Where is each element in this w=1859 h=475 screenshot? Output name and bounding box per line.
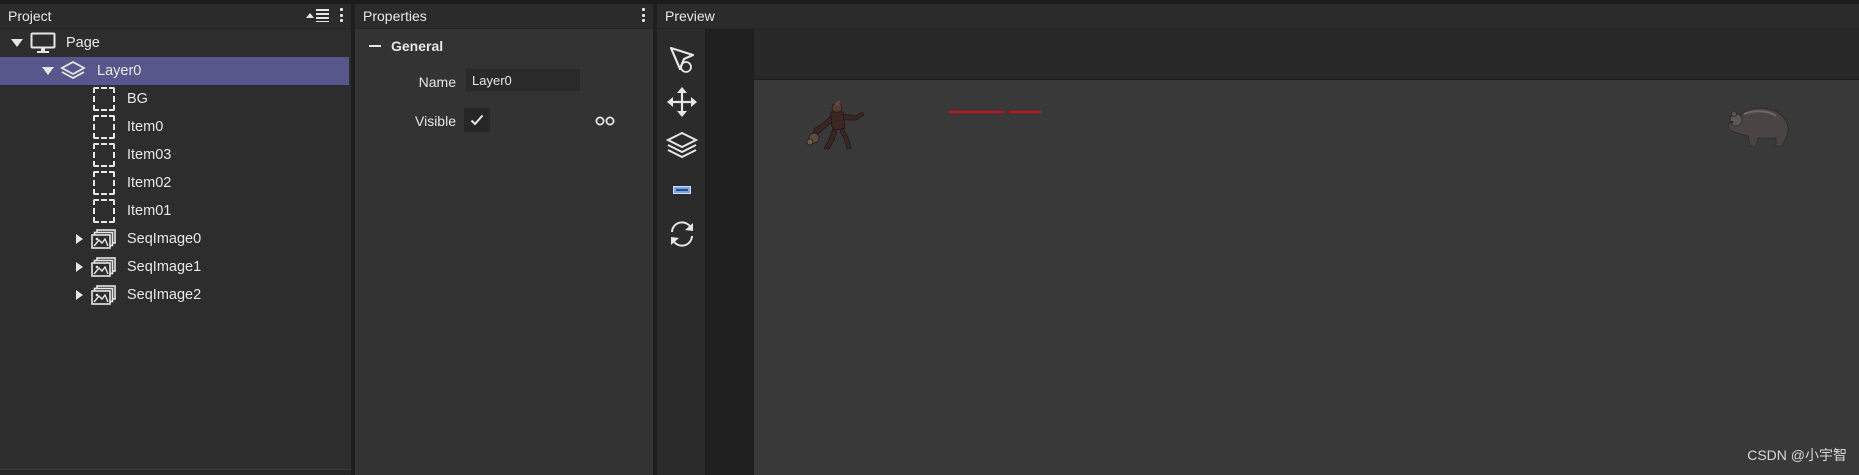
- item-placeholder-icon: [93, 115, 115, 139]
- tree-item-label: Item03: [127, 147, 172, 163]
- expand-caret-icon[interactable]: [11, 39, 23, 47]
- tree-item-label: Item01: [127, 203, 172, 219]
- tree-item-page[interactable]: Page: [0, 29, 349, 57]
- tree-item-label: BG: [127, 91, 148, 107]
- tree-item-item0[interactable]: Item0: [0, 113, 349, 141]
- tree-item-seqimage0[interactable]: SeqImage0: [0, 225, 349, 253]
- tree-item-label: Layer0: [97, 63, 142, 79]
- tree-item-item03[interactable]: Item03: [0, 141, 349, 169]
- image-sequence-icon: [91, 257, 117, 281]
- project-panel: Project Page Layer0 BG Item0 Item03 Item…: [0, 4, 351, 475]
- watermark-text: CSDN @小宇智: [1747, 447, 1847, 463]
- name-field-value: Layer0: [472, 72, 512, 88]
- sort-icon[interactable]: [305, 8, 331, 22]
- project-header-tools: [305, 8, 343, 22]
- expand-caret-icon[interactable]: [42, 67, 54, 75]
- preview-toolbar: [657, 29, 705, 475]
- tree-item-label: SeqImage2: [127, 287, 202, 303]
- link-icon[interactable]: [595, 114, 615, 131]
- tree-item-layer0[interactable]: Layer0: [0, 57, 349, 85]
- section-general[interactable]: General: [363, 38, 443, 54]
- monitor-icon: [30, 32, 56, 58]
- properties-header: Properties: [355, 4, 653, 29]
- item-placeholder-icon: [93, 199, 115, 223]
- project-title: Project: [8, 8, 52, 24]
- expand-caret-icon[interactable]: [76, 234, 83, 244]
- image-sequence-icon: [91, 285, 117, 309]
- tree-item-seqimage2[interactable]: SeqImage2: [0, 281, 349, 309]
- project-header: Project: [0, 4, 351, 29]
- image-sequence-icon: [91, 229, 117, 253]
- health-bar: [949, 111, 1005, 113]
- item-placeholder-icon: [93, 171, 115, 195]
- image-tool-icon[interactable]: [665, 173, 699, 207]
- section-title: General: [391, 38, 444, 54]
- tree-item-item01[interactable]: Item01: [0, 197, 349, 225]
- name-label: Name: [418, 74, 456, 90]
- layers-icon: [60, 60, 86, 86]
- project-menu-icon[interactable]: [339, 8, 343, 22]
- tree-item-label: SeqImage0: [127, 231, 202, 247]
- item-placeholder-icon: [93, 143, 115, 167]
- preview-margin: [705, 29, 754, 475]
- tree-item-seqimage1[interactable]: SeqImage1: [0, 253, 349, 281]
- visible-checkbox[interactable]: [464, 108, 490, 132]
- preview-header: Preview: [657, 4, 1859, 29]
- move-tool-icon[interactable]: [665, 85, 699, 119]
- properties-title: Properties: [363, 8, 427, 24]
- item-placeholder-icon: [93, 87, 115, 111]
- collapse-icon[interactable]: [369, 45, 381, 47]
- preview-canvas[interactable]: CSDN @小宇智: [754, 79, 1859, 475]
- tree-item-label: Item0: [127, 119, 164, 135]
- tree-item-label: SeqImage1: [127, 259, 202, 275]
- properties-header-tools: [641, 8, 645, 22]
- checkmark-icon: [470, 114, 484, 126]
- tree-item-label: Page: [66, 35, 100, 51]
- properties-menu-icon[interactable]: [641, 8, 645, 22]
- health-bar: [1009, 111, 1041, 113]
- expand-caret-icon[interactable]: [76, 262, 83, 272]
- project-horizontal-scrollbar[interactable]: [0, 469, 351, 475]
- expand-caret-icon[interactable]: [76, 290, 83, 300]
- tree-item-label: Item02: [127, 175, 172, 191]
- name-field[interactable]: Layer0: [466, 69, 580, 91]
- bear-sprite[interactable]: [1724, 104, 1792, 152]
- refresh-tool-icon[interactable]: [665, 217, 699, 251]
- preview-title: Preview: [665, 8, 715, 24]
- tree-item-bg[interactable]: BG: [0, 85, 349, 113]
- select-tool-icon[interactable]: [665, 41, 699, 75]
- warrior-sprite[interactable]: [804, 98, 874, 158]
- visible-label: Visible: [415, 113, 456, 129]
- tree-item-item02[interactable]: Item02: [0, 169, 349, 197]
- preview-ruler-area: [754, 29, 1859, 79]
- layers-tool-icon[interactable]: [665, 129, 699, 163]
